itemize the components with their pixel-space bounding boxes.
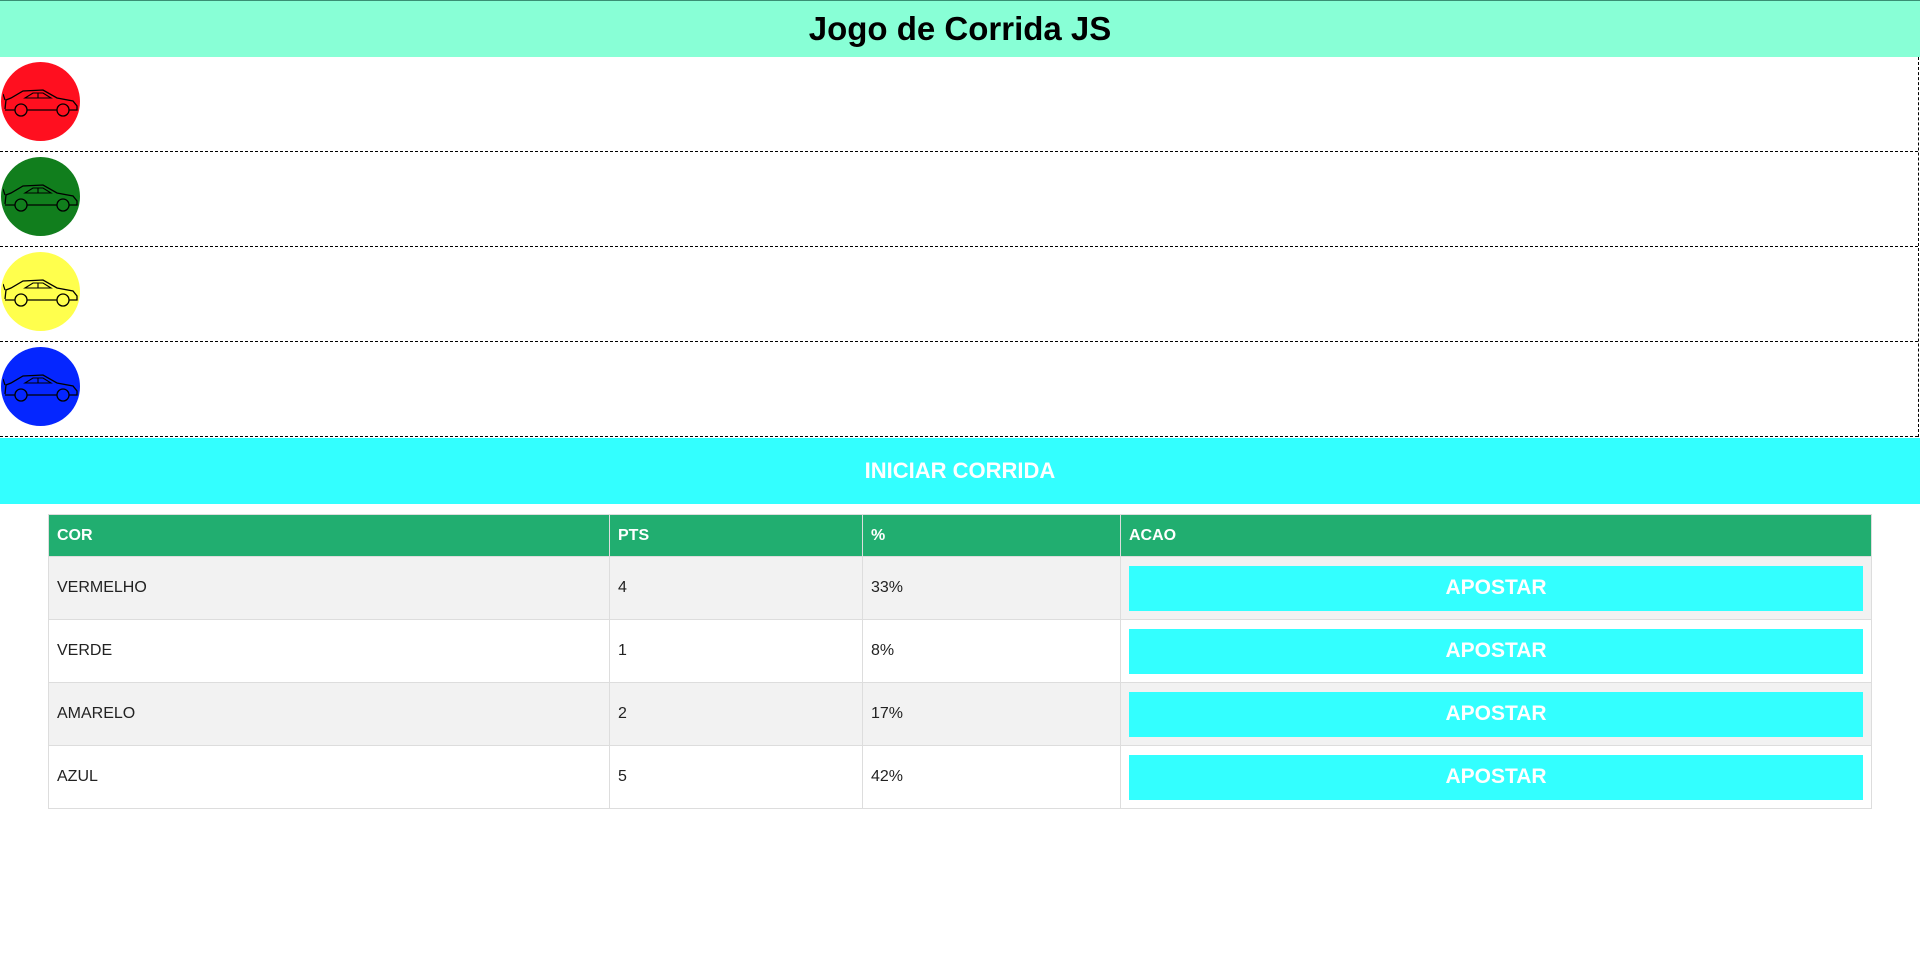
- lane-red: [0, 57, 1918, 152]
- betting-table: COR PTS % ACAO VERMELHO 4 33% APOSTAR VE…: [48, 514, 1872, 809]
- bet-button-verde[interactable]: APOSTAR: [1129, 628, 1863, 674]
- cell-percent: 42%: [862, 745, 1121, 809]
- car-icon: [2, 278, 78, 307]
- page-header: Jogo de Corrida JS: [0, 0, 1920, 57]
- lane-green: [0, 152, 1918, 247]
- start-race-button[interactable]: INICIAR CORRIDA: [0, 438, 1920, 504]
- green-car: [1, 157, 80, 236]
- car-icon: [2, 183, 78, 212]
- cell-color: AMARELO: [48, 682, 610, 746]
- race-track: [0, 57, 1919, 437]
- car-icon: [2, 88, 78, 117]
- cell-points: 1: [609, 619, 863, 683]
- lane-yellow: [0, 247, 1918, 342]
- cell-points: 2: [609, 682, 863, 746]
- cell-percent: 17%: [862, 682, 1121, 746]
- column-header-acao: ACAO: [1120, 514, 1872, 557]
- cell-action: APOSTAR: [1120, 619, 1872, 683]
- bet-button-azul[interactable]: APOSTAR: [1129, 754, 1863, 800]
- cell-color: VERDE: [48, 619, 610, 683]
- cell-percent: 33%: [862, 556, 1121, 620]
- cell-color: VERMELHO: [48, 556, 610, 620]
- cell-action: APOSTAR: [1120, 745, 1872, 809]
- betting-table-container: COR PTS % ACAO VERMELHO 4 33% APOSTAR VE…: [48, 514, 1872, 809]
- table-row: AZUL 5 42% APOSTAR: [48, 745, 1872, 809]
- table-row: VERMELHO 4 33% APOSTAR: [48, 556, 1872, 620]
- column-header-percent: %: [862, 514, 1121, 557]
- cell-points: 5: [609, 745, 863, 809]
- cell-action: APOSTAR: [1120, 556, 1872, 620]
- cell-action: APOSTAR: [1120, 682, 1872, 746]
- page-title: Jogo de Corrida JS: [808, 10, 1112, 47]
- cell-color: AZUL: [48, 745, 610, 809]
- cell-points: 4: [609, 556, 863, 620]
- column-header-cor: COR: [48, 514, 610, 557]
- column-header-pts: PTS: [609, 514, 863, 557]
- red-car: [1, 62, 80, 141]
- bet-button-vermelho[interactable]: APOSTAR: [1129, 565, 1863, 611]
- bet-button-amarelo[interactable]: APOSTAR: [1129, 691, 1863, 737]
- table-header-row: COR PTS % ACAO: [48, 514, 1872, 557]
- cell-percent: 8%: [862, 619, 1121, 683]
- table-row: VERDE 1 8% APOSTAR: [48, 619, 1872, 683]
- table-row: AMARELO 2 17% APOSTAR: [48, 682, 1872, 746]
- yellow-car: [1, 252, 80, 331]
- lane-blue: [0, 342, 1918, 437]
- race-game-page: Jogo de Corrida JS INICIAR CORRIDA COR P…: [0, 0, 1920, 959]
- car-icon: [2, 373, 78, 402]
- blue-car: [1, 347, 80, 426]
